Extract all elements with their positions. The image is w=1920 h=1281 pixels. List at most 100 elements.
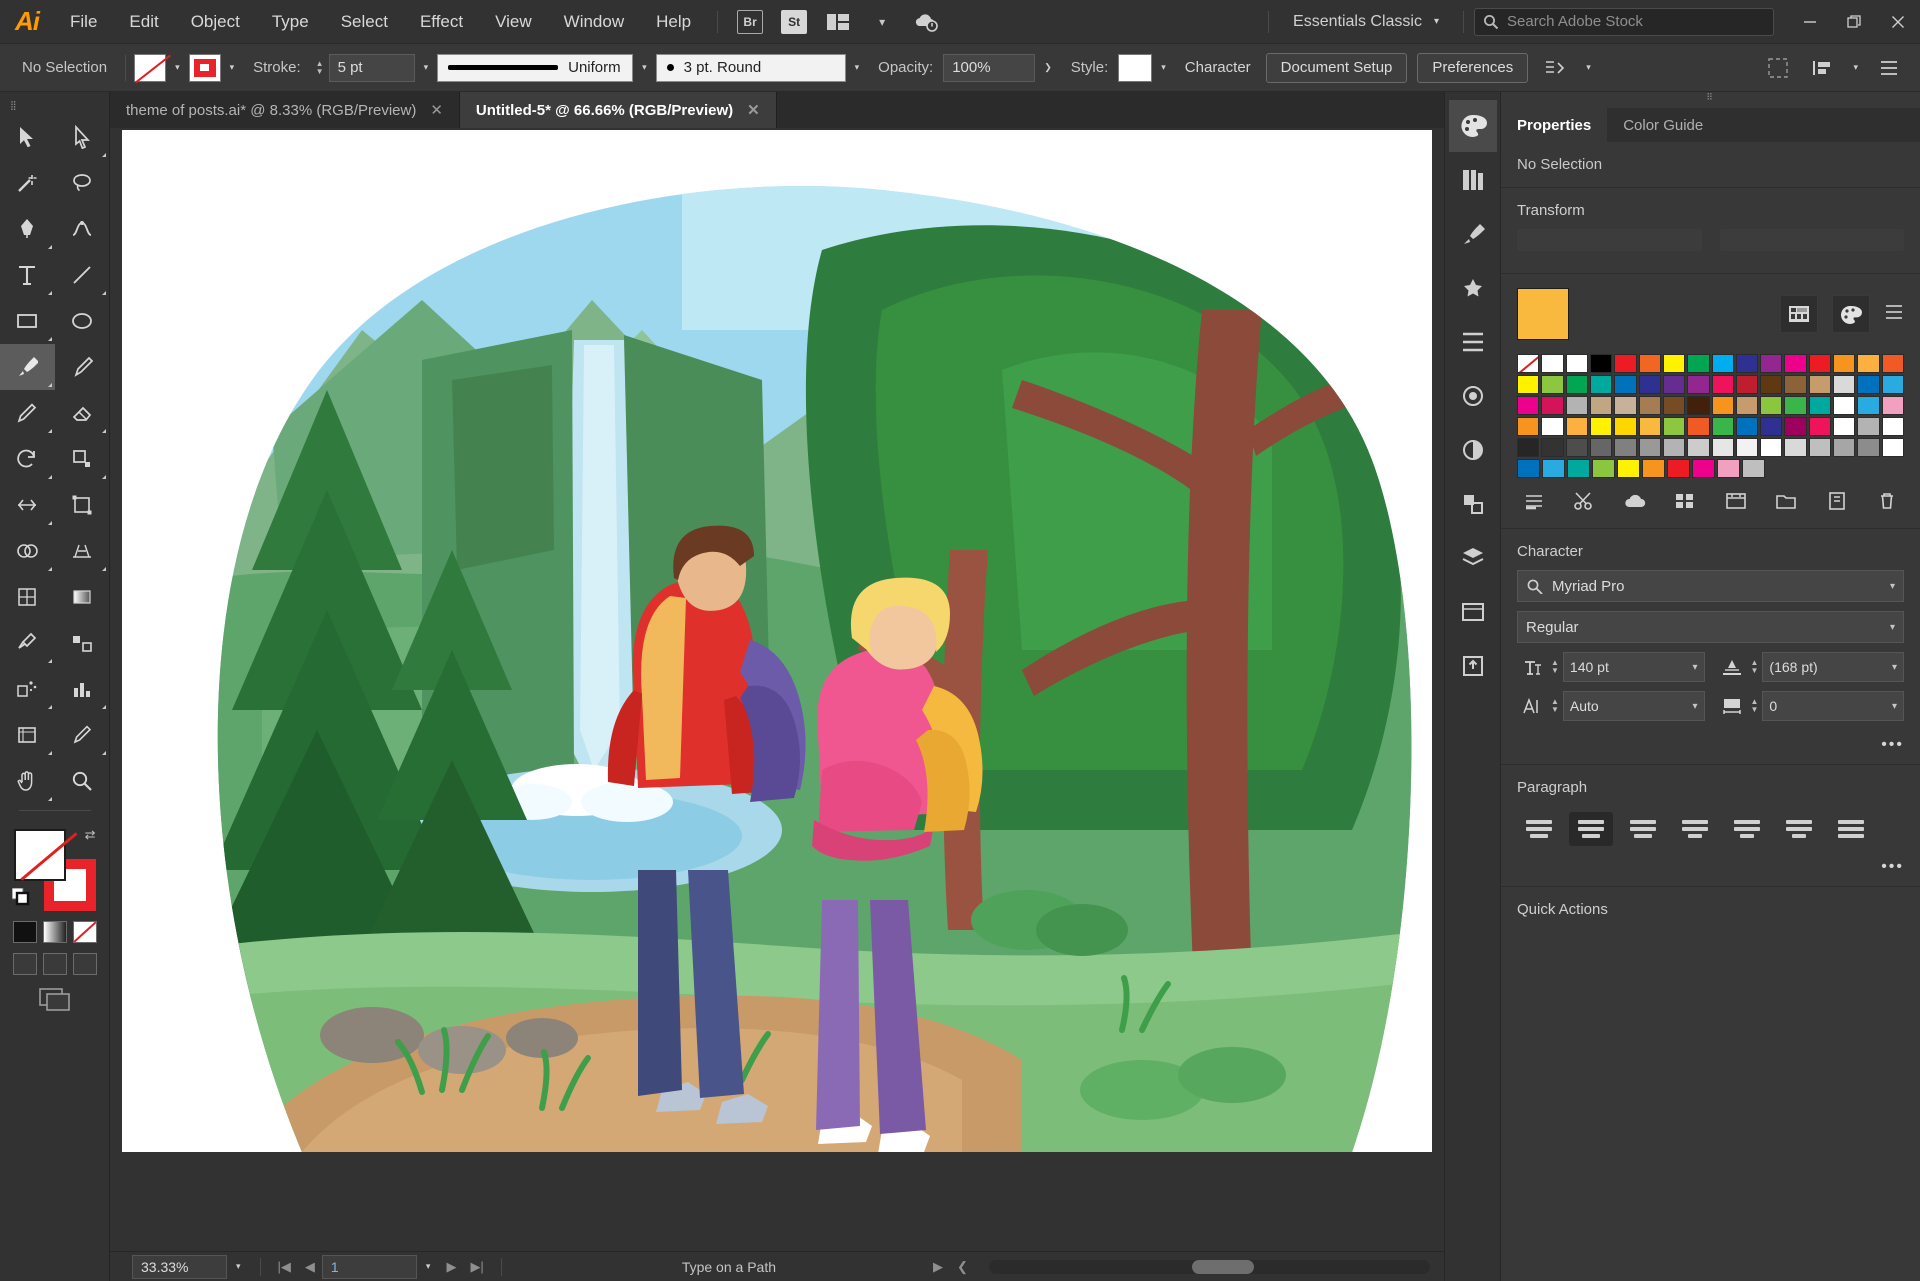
- zoom-tool[interactable]: [55, 758, 110, 804]
- opacity-options-arrow[interactable]: ❯: [1035, 62, 1061, 73]
- fill-stroke-control[interactable]: ⇄: [12, 827, 98, 913]
- swatch[interactable]: [1882, 438, 1904, 457]
- swatch[interactable]: [1614, 417, 1636, 436]
- menu-window[interactable]: Window: [548, 0, 640, 44]
- swatch[interactable]: [1617, 459, 1640, 478]
- swatch[interactable]: [1809, 417, 1831, 436]
- selection-tool[interactable]: [0, 114, 55, 160]
- swatch[interactable]: [1717, 459, 1740, 478]
- swatch[interactable]: [1857, 438, 1879, 457]
- swatch[interactable]: [1760, 354, 1782, 373]
- swatch[interactable]: [1760, 396, 1782, 415]
- swatch[interactable]: [1566, 417, 1588, 436]
- swatch[interactable]: [1614, 375, 1636, 394]
- tab-color-guide[interactable]: Color Guide: [1607, 108, 1719, 142]
- swatch[interactable]: [1809, 354, 1831, 373]
- swatches-panel-button[interactable]: [1780, 295, 1818, 333]
- swatch[interactable]: [1882, 417, 1904, 436]
- swatch[interactable]: [1736, 438, 1758, 457]
- swatch[interactable]: [1784, 396, 1806, 415]
- ellipse-tool[interactable]: [55, 298, 110, 344]
- swatch[interactable]: [1517, 375, 1539, 394]
- align-to-icon[interactable]: [1761, 54, 1795, 82]
- leading-stepper[interactable]: ▲▼: [1751, 659, 1759, 675]
- first-artboard-button[interactable]: |◀: [271, 1259, 298, 1275]
- justify-last-right-button[interactable]: [1777, 812, 1821, 846]
- artboards-icon[interactable]: [1449, 586, 1497, 638]
- stroke-profile-select[interactable]: Uniform: [437, 54, 633, 82]
- swatch[interactable]: [1687, 375, 1709, 394]
- column-graph-tool[interactable]: [55, 666, 110, 712]
- blend-tool[interactable]: [55, 620, 110, 666]
- chevron-down-icon[interactable]: ▾: [1577, 62, 1600, 73]
- current-fill-swatch[interactable]: [1517, 288, 1569, 340]
- stroke-weight-stepper[interactable]: ▲▼: [311, 60, 329, 76]
- swatch[interactable]: [1541, 396, 1563, 415]
- symbol-sprayer-tool[interactable]: [0, 666, 55, 712]
- swatch[interactable]: [1760, 438, 1782, 457]
- justify-all-button[interactable]: [1829, 812, 1873, 846]
- swatch[interactable]: [1639, 375, 1661, 394]
- brush-definition-select[interactable]: 3 pt. Round: [656, 54, 846, 82]
- swatch[interactable]: [1712, 438, 1734, 457]
- draw-inside-button[interactable]: [73, 953, 97, 975]
- swatch[interactable]: [1687, 396, 1709, 415]
- swatch[interactable]: [1590, 438, 1612, 457]
- grid-icon[interactable]: [1668, 486, 1702, 516]
- swatch[interactable]: [1712, 396, 1734, 415]
- swatch[interactable]: [1857, 375, 1879, 394]
- document-tab-theme-of-posts[interactable]: theme of posts.ai* @ 8.33% (RGB/Preview)…: [110, 92, 460, 128]
- chevron-down-icon[interactable]: ▾: [417, 1261, 440, 1272]
- draw-normal-button[interactable]: [13, 953, 37, 975]
- gradient-button[interactable]: [43, 921, 67, 943]
- preferences-button[interactable]: Preferences: [1417, 53, 1528, 83]
- layers-icon[interactable]: [1449, 532, 1497, 584]
- swatch[interactable]: [1784, 375, 1806, 394]
- calendar-icon[interactable]: [1719, 486, 1753, 516]
- document-tab-untitled-5[interactable]: Untitled-5* @ 66.66% (RGB/Preview) ✕: [460, 92, 777, 128]
- swatch[interactable]: [1712, 354, 1734, 373]
- last-artboard-button[interactable]: ▶|: [463, 1259, 490, 1275]
- chevron-down-icon[interactable]: ▾: [415, 62, 438, 73]
- close-icon[interactable]: ✕: [430, 101, 443, 119]
- opacity-input[interactable]: 100%: [943, 54, 1035, 82]
- swatch[interactable]: [1833, 354, 1855, 373]
- workspace-switcher[interactable]: Essentials Classic ▾: [1279, 13, 1453, 31]
- swatch[interactable]: [1857, 417, 1879, 436]
- character-more-options[interactable]: •••: [1517, 730, 1904, 754]
- perspective-grid-tool[interactable]: [55, 528, 110, 574]
- rotate-tool[interactable]: [0, 436, 55, 482]
- none-button[interactable]: [73, 921, 97, 943]
- swatch[interactable]: [1712, 417, 1734, 436]
- swatch[interactable]: [1639, 438, 1661, 457]
- arrange-documents-icon[interactable]: [821, 8, 855, 36]
- chevron-down-icon[interactable]: ▾: [1890, 581, 1895, 592]
- artboard-tool[interactable]: [0, 712, 55, 758]
- delete-icon[interactable]: [1870, 486, 1904, 516]
- swatch[interactable]: [1760, 417, 1782, 436]
- stroke-weight-icon[interactable]: [1517, 486, 1551, 516]
- swatch[interactable]: [1687, 354, 1709, 373]
- panel-grip[interactable]: ⠿: [1501, 92, 1920, 108]
- swatch[interactable]: [1566, 354, 1588, 373]
- new-swatch-icon[interactable]: [1820, 486, 1854, 516]
- chevron-down-icon[interactable]: ▾: [1692, 662, 1697, 673]
- swatch[interactable]: [1742, 459, 1765, 478]
- swatch[interactable]: [1517, 396, 1539, 415]
- scrollbar-thumb[interactable]: [1192, 1260, 1254, 1274]
- swatch[interactable]: [1833, 375, 1855, 394]
- scissors-icon[interactable]: [1567, 486, 1601, 516]
- menu-help[interactable]: Help: [640, 0, 707, 44]
- canvas-viewport[interactable]: [110, 128, 1444, 1251]
- arrange-icon[interactable]: [1805, 54, 1839, 82]
- swatch[interactable]: [1882, 375, 1904, 394]
- swatch[interactable]: [1541, 417, 1563, 436]
- swatch[interactable]: [1784, 438, 1806, 457]
- justify-last-center-button[interactable]: [1725, 812, 1769, 846]
- fill-color-swatch[interactable]: [134, 54, 166, 82]
- font-family-select[interactable]: Myriad Pro ▾: [1517, 570, 1904, 602]
- swatch[interactable]: [1784, 354, 1806, 373]
- swatch[interactable]: [1517, 417, 1539, 436]
- font-size-stepper[interactable]: ▲▼: [1551, 659, 1559, 675]
- justify-last-left-button[interactable]: [1673, 812, 1717, 846]
